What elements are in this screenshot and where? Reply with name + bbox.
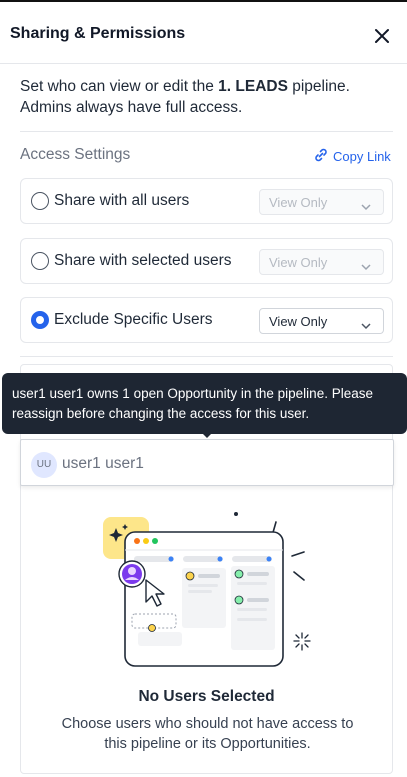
reassign-warning-tooltip: user1 user1 owns 1 open Opportunity in t… bbox=[2, 373, 407, 438]
permission-select-exclude[interactable]: View Only bbox=[259, 308, 384, 334]
radio-exclude-specific[interactable] bbox=[31, 311, 49, 329]
radio-share-all[interactable] bbox=[31, 192, 49, 210]
empty-state-description: Choose users who should not have access … bbox=[61, 716, 354, 752]
radio-share-selected[interactable] bbox=[31, 252, 49, 270]
tooltip-text: user1 user1 owns 1 open Opportunity in t… bbox=[12, 386, 373, 421]
chevron-down-icon bbox=[360, 258, 372, 271]
copy-link-button[interactable]: Copy Link bbox=[313, 147, 391, 166]
permission-select-share-all[interactable]: View Only bbox=[259, 189, 384, 215]
option-exclude-specific[interactable]: Exclude Specific Users View Only bbox=[20, 297, 393, 343]
sharing-permissions-panel: Sharing & Permissions Set who can view o… bbox=[0, 2, 407, 777]
permission-value: View Only bbox=[269, 314, 328, 329]
permission-select-share-selected[interactable]: View Only bbox=[259, 249, 384, 275]
option-label: Exclude Specific Users bbox=[54, 311, 213, 328]
user-select-value: user1 user1 bbox=[62, 455, 144, 472]
copy-link-label: Copy Link bbox=[333, 149, 391, 164]
option-label: Share with all users bbox=[54, 192, 190, 209]
link-icon bbox=[313, 147, 329, 166]
permission-value: View Only bbox=[269, 195, 328, 210]
panel-header: Sharing & Permissions bbox=[0, 2, 407, 64]
avatar: UU bbox=[31, 452, 57, 478]
divider bbox=[20, 356, 393, 357]
divider bbox=[20, 131, 393, 132]
description-prefix: Set who can view or edit the bbox=[20, 78, 219, 95]
close-icon[interactable] bbox=[372, 26, 392, 46]
tooltip-arrow bbox=[200, 431, 214, 438]
pipeline-name: 1. LEADS bbox=[218, 78, 288, 95]
permission-value: View Only bbox=[269, 255, 328, 270]
panel-title: Sharing & Permissions bbox=[10, 25, 186, 42]
option-label: Share with selected users bbox=[54, 252, 232, 269]
empty-state-illustration bbox=[98, 508, 313, 678]
option-share-selected[interactable]: Share with selected users View Only bbox=[20, 238, 393, 284]
option-share-all[interactable]: Share with all users View Only bbox=[20, 178, 393, 224]
empty-state-title: No Users Selected bbox=[138, 688, 275, 705]
access-settings-label: Access Settings bbox=[20, 146, 131, 163]
panel-description: Set who can view or edit the 1. LEADS pi… bbox=[20, 76, 390, 118]
chevron-down-icon bbox=[360, 317, 372, 330]
user-select-field[interactable]: UU user1 user1 bbox=[20, 439, 394, 486]
chevron-down-icon bbox=[360, 198, 372, 211]
